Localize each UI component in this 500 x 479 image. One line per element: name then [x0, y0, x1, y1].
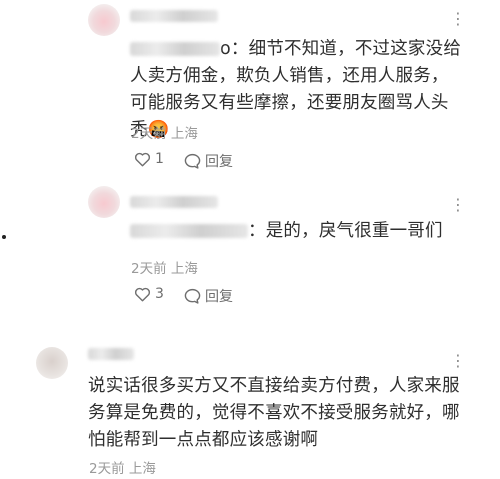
comment-text: 说实话很多买方又不直接给卖方付费，人家来服务算是免费的，觉得不喜欢不接受服务就好… — [88, 373, 468, 454]
reply-label: 回复 — [205, 289, 233, 305]
speech-bubble-icon — [184, 153, 201, 169]
comment-meta: 2天前 上海 — [89, 457, 156, 477]
like-count: 3 — [155, 286, 164, 302]
location: 上海 — [170, 126, 198, 142]
username-blurred[interactable] — [130, 196, 218, 208]
speech-bubble-icon — [184, 288, 201, 304]
timestamp: 2天前 — [131, 126, 167, 142]
timestamp: 2天前 — [89, 461, 125, 477]
mention-blurred[interactable] — [130, 42, 220, 56]
heart-outline-icon — [134, 152, 151, 167]
comment-body: 说实话很多买方又不直接给卖方付费，人家来服务算是免费的，觉得不喜欢不接受服务就好… — [88, 376, 460, 450]
reply-label: 回复 — [205, 154, 233, 170]
timestamp: 2天前 — [131, 261, 167, 277]
avatar[interactable] — [88, 186, 120, 218]
more-dots-icon[interactable]: ⋮ — [450, 197, 467, 213]
location: 上海 — [128, 461, 156, 477]
mention-suffix: o — [220, 39, 231, 59]
mention-blurred[interactable] — [130, 224, 248, 238]
more-dots-icon[interactable]: ⋮ — [450, 353, 467, 369]
comment-meta: 2天前 上海 — [131, 122, 198, 142]
like-button[interactable]: 1 — [134, 151, 164, 167]
avatar[interactable] — [88, 4, 120, 36]
page-marker-dot — [2, 235, 6, 239]
like-count: 1 — [155, 151, 164, 167]
like-button[interactable]: 3 — [134, 286, 164, 302]
comment-text: ：是的，戾气很重一哥们 — [130, 218, 465, 245]
comment-meta: 2天前 上海 — [131, 257, 198, 277]
more-dots-icon[interactable]: ⋮ — [450, 11, 467, 27]
reply-button[interactable]: 回复 — [184, 286, 233, 306]
reply-button[interactable]: 回复 — [184, 151, 233, 171]
username-blurred[interactable] — [88, 348, 134, 360]
location: 上海 — [170, 261, 198, 277]
username-blurred[interactable] — [130, 10, 218, 22]
comment-body: ：是的，戾气很重一哥们 — [248, 221, 443, 241]
heart-outline-icon — [134, 287, 151, 302]
avatar[interactable] — [36, 347, 68, 379]
